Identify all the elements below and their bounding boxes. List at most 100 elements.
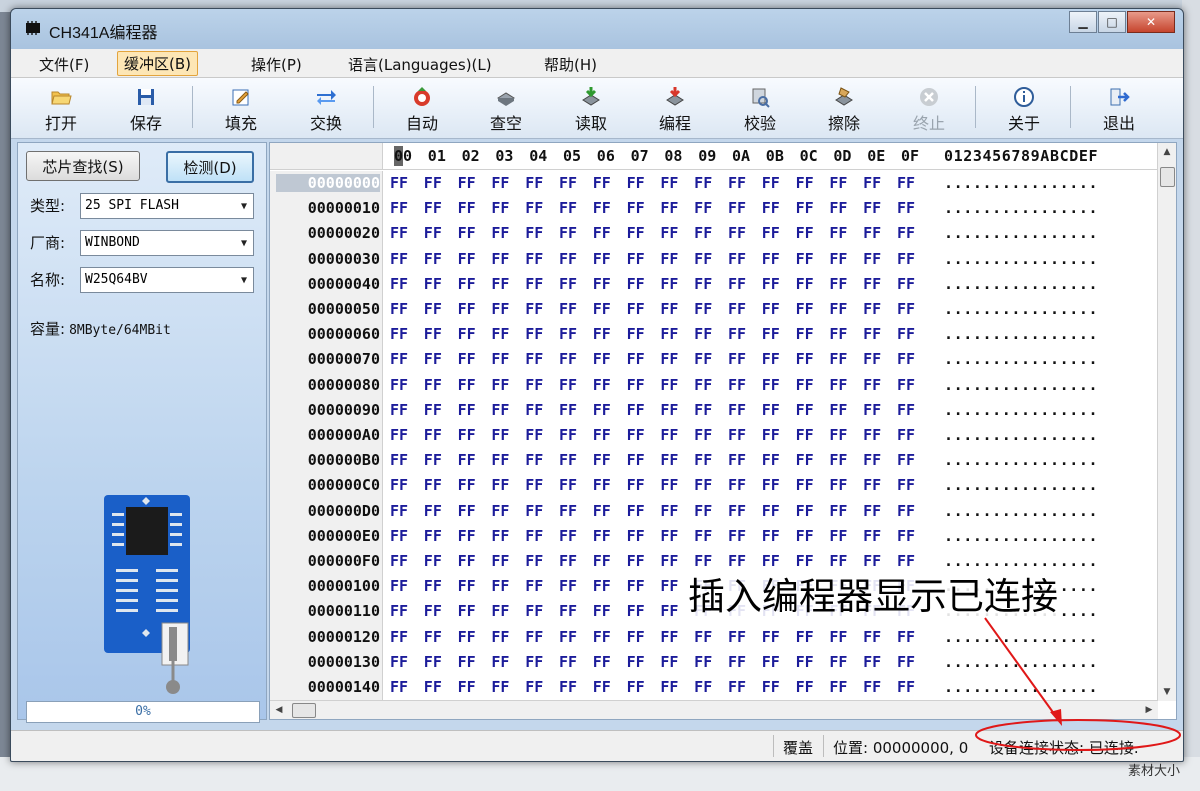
hex-column-label: 04 bbox=[529, 147, 548, 165]
title-bar[interactable]: CH341A编程器 ▁ □ ✕ bbox=[11, 9, 1183, 49]
row-ascii: ................ bbox=[944, 300, 1099, 318]
row-bytes[interactable]: FFFFFFFFFFFFFFFFFFFFFFFFFFFFFFFF bbox=[390, 476, 931, 494]
hex-column-header: 00 01 02 03 04 05 06 07 08 09 0A 0B 0C 0D 0E 0F 0123456… bbox=[270, 143, 1158, 170]
scroll-thumb[interactable] bbox=[292, 703, 316, 718]
row-bytes[interactable]: FFFFFFFFFFFFFFFFFFFFFFFFFFFFFFFF bbox=[390, 678, 931, 696]
row-ascii: ................ bbox=[944, 224, 1099, 243]
verify-icon bbox=[752, 88, 770, 108]
auto-run-icon bbox=[414, 87, 430, 106]
chevron-down-icon: ▼ bbox=[240, 274, 248, 286]
row-bytes[interactable]: FFFFFFFFFFFFFFFFFFFFFFFFFFFFFFFF bbox=[390, 376, 931, 394]
menu-help[interactable]: 帮助(H) bbox=[538, 53, 603, 76]
hex-row[interactable]: 00000130 FF FF FF FF FF FF FF FF FF FF FF FF FF FF FF FF… bbox=[270, 650, 1158, 675]
toolbar-open-button[interactable]: 打开 bbox=[29, 80, 93, 134]
toolbar-auto-button[interactable]: 自动 bbox=[390, 80, 454, 134]
hex-row[interactable]: 000000A0 FF FF FF FF FF FF FF FF FF FF FF FF FF FF FF FF… bbox=[270, 423, 1158, 448]
scroll-left-icon[interactable]: ◀ bbox=[270, 701, 288, 719]
chip-find-button[interactable]: 芯片查找(S) bbox=[26, 151, 140, 181]
hex-row[interactable]: 00000030 FF FF FF FF FF FF FF FF FF FF FF FF FF FF FF FF… bbox=[270, 247, 1158, 272]
hex-row[interactable]: 000000E0 FF FF FF FF FF FF FF FF FF FF FF FF FF FF FF FF… bbox=[270, 524, 1158, 549]
toolbar-stop-button[interactable]: 终止 bbox=[897, 80, 961, 134]
row-address: 00000100 bbox=[307, 577, 380, 596]
menu-buffer[interactable]: 缓冲区(B) bbox=[117, 51, 198, 76]
socket-adapter-image bbox=[104, 495, 190, 694]
row-bytes[interactable]: FFFFFFFFFFFFFFFFFFFFFFFFFFFFFFFF bbox=[390, 401, 931, 419]
toolbar-fill-button[interactable]: 填充 bbox=[209, 80, 273, 134]
hex-row[interactable]: 00000070 FF FF FF FF FF FF FF FF FF FF FF FF FF FF FF FF… bbox=[270, 347, 1158, 372]
hex-row[interactable]: 00000060 FF FF FF FF FF FF FF FF FF FF FF FF FF FF FF FF… bbox=[270, 322, 1158, 347]
hex-row[interactable]: 00000020 FF FF FF FF FF FF FF FF FF FF FF FF FF FF FF FF… bbox=[270, 221, 1158, 246]
hex-row[interactable]: 00000050 FF FF FF FF FF FF FF FF FF FF FF FF FF FF FF FF… bbox=[270, 297, 1158, 322]
row-bytes[interactable]: FFFFFFFFFFFFFFFFFFFFFFFFFFFFFFFF bbox=[390, 224, 931, 242]
toolbar-swap-button[interactable]: 交换 bbox=[294, 80, 358, 134]
hex-row[interactable]: 00000080 FF FF FF FF FF FF FF FF FF FF FF FF FF FF FF FF… bbox=[270, 373, 1158, 398]
maker-select[interactable]: WINBOND ▼ bbox=[80, 230, 254, 256]
row-bytes[interactable]: FFFFFFFFFFFFFFFFFFFFFFFFFFFFFFFF bbox=[390, 174, 931, 192]
hex-row[interactable]: 000000B0 FF FF FF FF FF FF FF FF FF FF FF FF FF FF FF FF… bbox=[270, 448, 1158, 473]
scroll-right-icon[interactable]: ▶ bbox=[1140, 701, 1158, 719]
row-bytes[interactable]: FFFFFFFFFFFFFFFFFFFFFFFFFFFFFFFF bbox=[390, 275, 931, 293]
scroll-thumb[interactable] bbox=[1160, 167, 1175, 187]
row-address: 00000080 bbox=[307, 375, 380, 394]
hex-editor[interactable]: 00 01 02 03 04 05 06 07 08 09 0A 0B 0C 0D 0E 0F 0123456… bbox=[269, 142, 1177, 720]
toolbar-read-button[interactable]: 读取 bbox=[559, 80, 623, 134]
hex-row[interactable]: 00000090 FF FF FF FF FF FF FF FF FF FF FF FF FF FF FF FF… bbox=[270, 398, 1158, 423]
toolbar-exit-button[interactable]: 退出 bbox=[1087, 80, 1151, 134]
detect-button[interactable]: 检测(D) bbox=[166, 151, 254, 183]
vertical-scrollbar[interactable]: ▲ ▼ bbox=[1157, 143, 1176, 701]
hex-rows: 00000000 FF FF FF FF FF FF FF FF FF FF FF FF FF FF FF FF… bbox=[270, 171, 1158, 701]
row-ascii: ................ bbox=[944, 476, 1099, 495]
hex-row[interactable]: 000000D0 FF FF FF FF FF FF FF FF FF FF FF FF FF FF FF FF… bbox=[270, 499, 1158, 524]
toolbar-program-button[interactable]: 编程 bbox=[643, 80, 707, 134]
toolbar-about-button[interactable]: 关于 bbox=[992, 80, 1056, 134]
menu-operation[interactable]: 操作(P) bbox=[245, 53, 308, 76]
status-mode: 覆盖 bbox=[783, 739, 814, 757]
minimize-button[interactable]: ▁ bbox=[1069, 11, 1097, 33]
hex-row[interactable]: 000000C0 FF FF FF FF FF FF FF FF FF FF FF FF FF FF FF FF… bbox=[270, 473, 1158, 498]
hex-column-label: 06 bbox=[596, 147, 615, 165]
row-ascii: ................ bbox=[944, 400, 1099, 419]
row-bytes[interactable]: FFFFFFFFFFFFFFFFFFFFFFFFFFFFFFFF bbox=[390, 250, 931, 268]
toolbar-blank-check-button[interactable]: 查空 bbox=[474, 80, 538, 134]
hex-row[interactable]: 00000010 FF FF FF FF FF FF FF FF FF FF FF FF FF FF FF FF… bbox=[270, 196, 1158, 221]
hex-column-label: 07 bbox=[630, 147, 649, 165]
scroll-down-icon[interactable]: ▼ bbox=[1158, 683, 1176, 701]
hex-row[interactable]: 00000040 FF FF FF FF FF FF FF FF FF FF FF FF FF FF FF FF… bbox=[270, 272, 1158, 297]
row-bytes[interactable]: FFFFFFFFFFFFFFFFFFFFFFFFFFFFFFFF bbox=[390, 653, 931, 671]
toolbar-save-button[interactable]: 保存 bbox=[114, 80, 178, 134]
row-address: 00000050 bbox=[307, 300, 380, 318]
row-bytes[interactable]: FFFFFFFFFFFFFFFFFFFFFFFFFFFFFFFF bbox=[390, 502, 931, 520]
hex-row[interactable]: 00000000 FF FF FF FF FF FF FF FF FF FF FF FF FF FF FF FF… bbox=[270, 171, 1158, 196]
row-bytes[interactable]: FFFFFFFFFFFFFFFFFFFFFFFFFFFFFFFF bbox=[390, 350, 931, 368]
horizontal-scrollbar[interactable]: ◀ ▶ bbox=[270, 700, 1158, 719]
hex-row[interactable]: 00000120 FF FF FF FF FF FF FF FF FF FF FF FF FF FF FF FF… bbox=[270, 625, 1158, 650]
annotation-caption: 插入编程器显示已连接 bbox=[686, 574, 1060, 620]
row-bytes[interactable]: FFFFFFFFFFFFFFFFFFFFFFFFFFFFFFFF bbox=[390, 451, 931, 469]
close-button[interactable]: ✕ bbox=[1127, 11, 1175, 33]
hex-column-label: 0F bbox=[901, 147, 920, 165]
scroll-up-icon[interactable]: ▲ bbox=[1158, 143, 1176, 161]
maximize-button[interactable]: □ bbox=[1098, 11, 1126, 33]
hex-row[interactable]: 000000F0 FF FF FF FF FF FF FF FF FF FF FF FF FF FF FF FF… bbox=[270, 549, 1158, 574]
type-select[interactable]: 25 SPI FLASH ▼ bbox=[80, 193, 254, 219]
row-bytes[interactable]: FFFFFFFFFFFFFFFFFFFFFFFFFFFFFFFF bbox=[390, 527, 931, 545]
name-select[interactable]: W25Q64BV ▼ bbox=[80, 267, 254, 293]
row-bytes[interactable]: FFFFFFFFFFFFFFFFFFFFFFFFFFFFFFFF bbox=[390, 300, 931, 318]
desktop-background-bottom: 素材大小 bbox=[0, 757, 1200, 791]
row-bytes[interactable]: FFFFFFFFFFFFFFFFFFFFFFFFFFFFFFFF bbox=[390, 552, 931, 570]
row-bytes[interactable]: FFFFFFFFFFFFFFFFFFFFFFFFFFFFFFFF bbox=[390, 628, 931, 646]
hex-row[interactable]: 00000140 FF FF FF FF FF FF FF FF FF FF FF FF FF FF FF FF… bbox=[270, 675, 1158, 700]
menu-file[interactable]: 文件(F) bbox=[33, 53, 95, 76]
row-ascii: ................ bbox=[944, 426, 1099, 444]
menu-language[interactable]: 语言(Languages)(L) bbox=[342, 53, 498, 76]
status-bar: 覆盖 位置: 00000000, 0 设备连接状态: 已连接. bbox=[11, 730, 1183, 761]
row-bytes[interactable]: FFFFFFFFFFFFFFFFFFFFFFFFFFFFFFFF bbox=[390, 426, 931, 444]
exit-icon bbox=[1110, 88, 1130, 106]
row-bytes[interactable]: FFFFFFFFFFFFFFFFFFFFFFFFFFFFFFFF bbox=[390, 325, 931, 343]
folder-open-icon bbox=[51, 91, 72, 105]
row-ascii: ................ bbox=[944, 375, 1099, 394]
toolbar-verify-button[interactable]: 校验 bbox=[728, 80, 792, 134]
row-bytes[interactable]: FFFFFFFFFFFFFFFFFFFFFFFFFFFFFFFF bbox=[390, 199, 931, 217]
row-ascii: ................ bbox=[944, 652, 1099, 671]
toolbar-erase-button[interactable]: 擦除 bbox=[812, 80, 876, 134]
